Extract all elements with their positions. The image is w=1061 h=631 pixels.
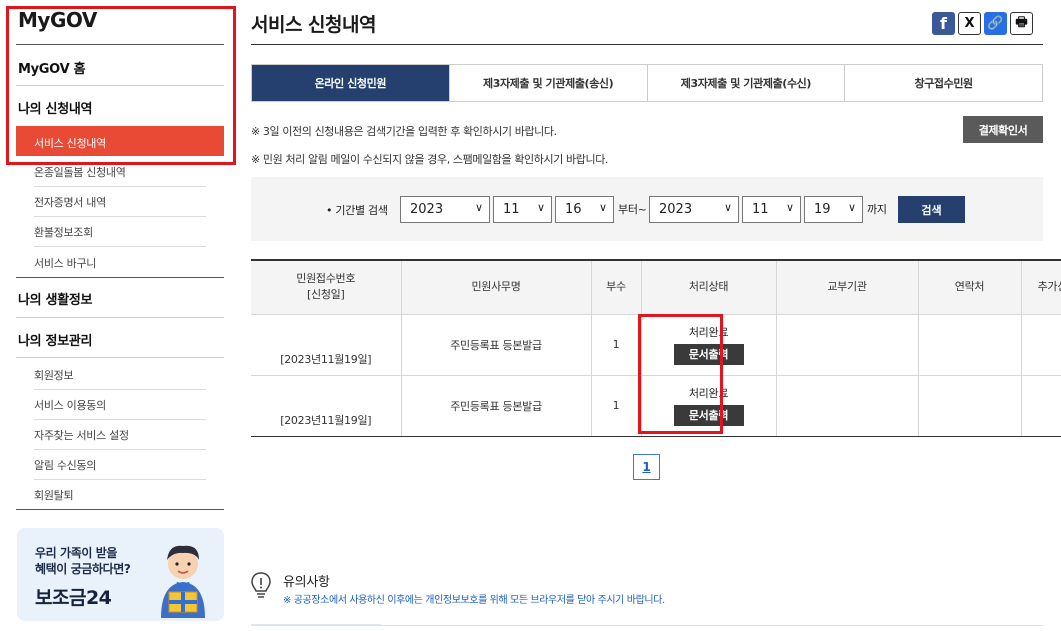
table-header-row: 민원접수번호 [신청일] 민원사무명 부수 처리상태 교부기관 연락처 추가신청 <box>251 260 1061 315</box>
col-header-contact: 연락처 <box>917 260 1021 315</box>
cell-service-name[interactable]: 주민등록표 등본발급 <box>400 314 591 376</box>
sidebar-section-info[interactable]: 나의 정보관리 <box>18 330 92 349</box>
payment-receipt-button[interactable]: 결제확인서 <box>963 116 1043 143</box>
chevron-down-icon: ∨ <box>785 201 794 214</box>
highlight-box-status <box>638 314 723 434</box>
from-year-select[interactable]: 2023 ∨ <box>400 196 490 223</box>
caution-text: ※ 공공장소에서 사용하신 이후에는 개인정보보호를 위해 모든 브라우저를 닫… <box>283 595 665 606</box>
cell-copies: 1 <box>590 314 641 376</box>
period-search-panel: • 기간별 검색 2023 ∨ 11 ∨ 16 ∨ 부터~ 2023 ∨ 11 ∨ 19 ∨… <box>251 177 1043 241</box>
col-header-issuing-agency: 교부기관 <box>775 260 918 315</box>
col-header-additional: 추가신청 <box>1020 260 1061 315</box>
chevron-down-icon: ∨ <box>847 201 856 214</box>
banner-line-3: 보조금24 <box>35 587 112 609</box>
sidebar-item-withdraw[interactable]: 회원탈퇴 <box>34 487 206 509</box>
chevron-down-icon: ∨ <box>723 201 732 214</box>
col-header-status: 처리상태 <box>640 260 776 315</box>
divider <box>251 44 1043 45</box>
caution-title: 유의사항 <box>283 575 330 590</box>
cell-issuing-agency <box>775 314 918 376</box>
sidebar-item-basket[interactable]: 서비스 바구니 <box>34 255 206 277</box>
notice-search-period: ※ 3일 이전의 신청내용은 검색기간을 입력한 후 확인하시기 바랍니다. <box>251 125 557 138</box>
cell-contact <box>917 375 1021 437</box>
to-year-select[interactable]: 2023 ∨ <box>649 196 739 223</box>
col-header-receipt-no: 민원접수번호 [신청일] <box>251 260 401 315</box>
link-copy-icon[interactable]: 🔗 <box>984 12 1007 35</box>
to-day-select[interactable]: 19 ∨ <box>804 196 863 223</box>
from-month-select[interactable]: 11 ∨ <box>493 196 552 223</box>
sidebar-item-childcare[interactable]: 온종일돌봄 신청내역 <box>34 164 206 187</box>
highlight-box-sidebar <box>6 6 236 165</box>
cell-issuing-agency <box>775 375 918 437</box>
page-title: 서비스 신청내역 <box>251 14 376 36</box>
col-header-copies: 부수 <box>590 260 641 315</box>
pagination-page-1[interactable]: 1 <box>633 454 660 480</box>
print-icon[interactable]: 🖶 <box>1010 12 1033 35</box>
divider <box>16 509 224 510</box>
lightbulb-icon <box>251 572 271 598</box>
tab-third-party-receive[interactable]: 제3자제출 및 기관제출(수신) <box>648 65 846 101</box>
to-month-select[interactable]: 11 ∨ <box>742 196 801 223</box>
chevron-down-icon: ∨ <box>474 201 483 214</box>
search-label: • 기간별 검색 <box>326 204 388 217</box>
sidebar-item-notification-consent[interactable]: 알림 수신동의 <box>34 457 206 480</box>
subsidy-banner[interactable]: 우리 가족이 받을 혜택이 궁금하다면? 보조금24 <box>17 528 224 621</box>
cell-service-name[interactable]: 주민등록표 등본발급 <box>400 375 591 437</box>
from-day-select[interactable]: 16 ∨ <box>555 196 614 223</box>
sidebar-item-member-info[interactable]: 회원정보 <box>34 367 206 390</box>
from-suffix: 부터~ <box>618 203 647 216</box>
divider <box>16 317 224 318</box>
sidebar-item-e-certificate[interactable]: 전자증명서 내역 <box>34 194 206 217</box>
divider <box>16 277 224 278</box>
sidebar-item-refund[interactable]: 환불정보조회 <box>34 224 206 247</box>
chevron-down-icon: ∨ <box>536 201 545 214</box>
cell-date: [2023년11월19일] <box>251 314 401 376</box>
sidebar-item-favorites[interactable]: 자주찾는 서비스 설정 <box>34 427 206 450</box>
notice-spam-mail: ※ 민원 처리 알림 메일이 수신되지 않을 경우, 스팸메일함을 확인하시기 … <box>251 153 609 166</box>
tab-counter-applications[interactable]: 창구접수민원 <box>845 65 1042 101</box>
banner-line-1: 우리 가족이 받을 <box>35 546 118 560</box>
banner-line-2: 혜택이 궁금하다면? <box>35 562 131 576</box>
sidebar-section-life[interactable]: 나의 생활정보 <box>18 289 92 308</box>
cell-contact <box>917 314 1021 376</box>
sidebar-item-consent[interactable]: 서비스 이용동의 <box>34 397 206 420</box>
cell-date: [2023년11월19일] <box>251 375 401 437</box>
tab-bar: 온라인 신청민원 제3자제출 및 기관제출(송신) 제3자제출 및 기관제출(수… <box>251 64 1043 102</box>
cell-additional <box>1020 375 1061 437</box>
to-suffix: 까지 <box>867 203 887 216</box>
facebook-share-icon[interactable]: f <box>932 12 955 35</box>
cell-copies: 1 <box>590 375 641 437</box>
x-share-icon[interactable]: X <box>958 12 981 35</box>
divider <box>251 624 381 626</box>
search-button[interactable]: 검색 <box>898 196 965 223</box>
chevron-down-icon: ∨ <box>598 201 607 214</box>
divider <box>16 357 224 358</box>
col-header-service-name: 민원사무명 <box>400 260 591 315</box>
tab-third-party-send[interactable]: 제3자제출 및 기관제출(송신) <box>450 65 648 101</box>
person-holding-gift-icon <box>161 545 205 618</box>
cell-additional <box>1020 314 1061 376</box>
tab-online-applications[interactable]: 온라인 신청민원 <box>252 65 450 101</box>
